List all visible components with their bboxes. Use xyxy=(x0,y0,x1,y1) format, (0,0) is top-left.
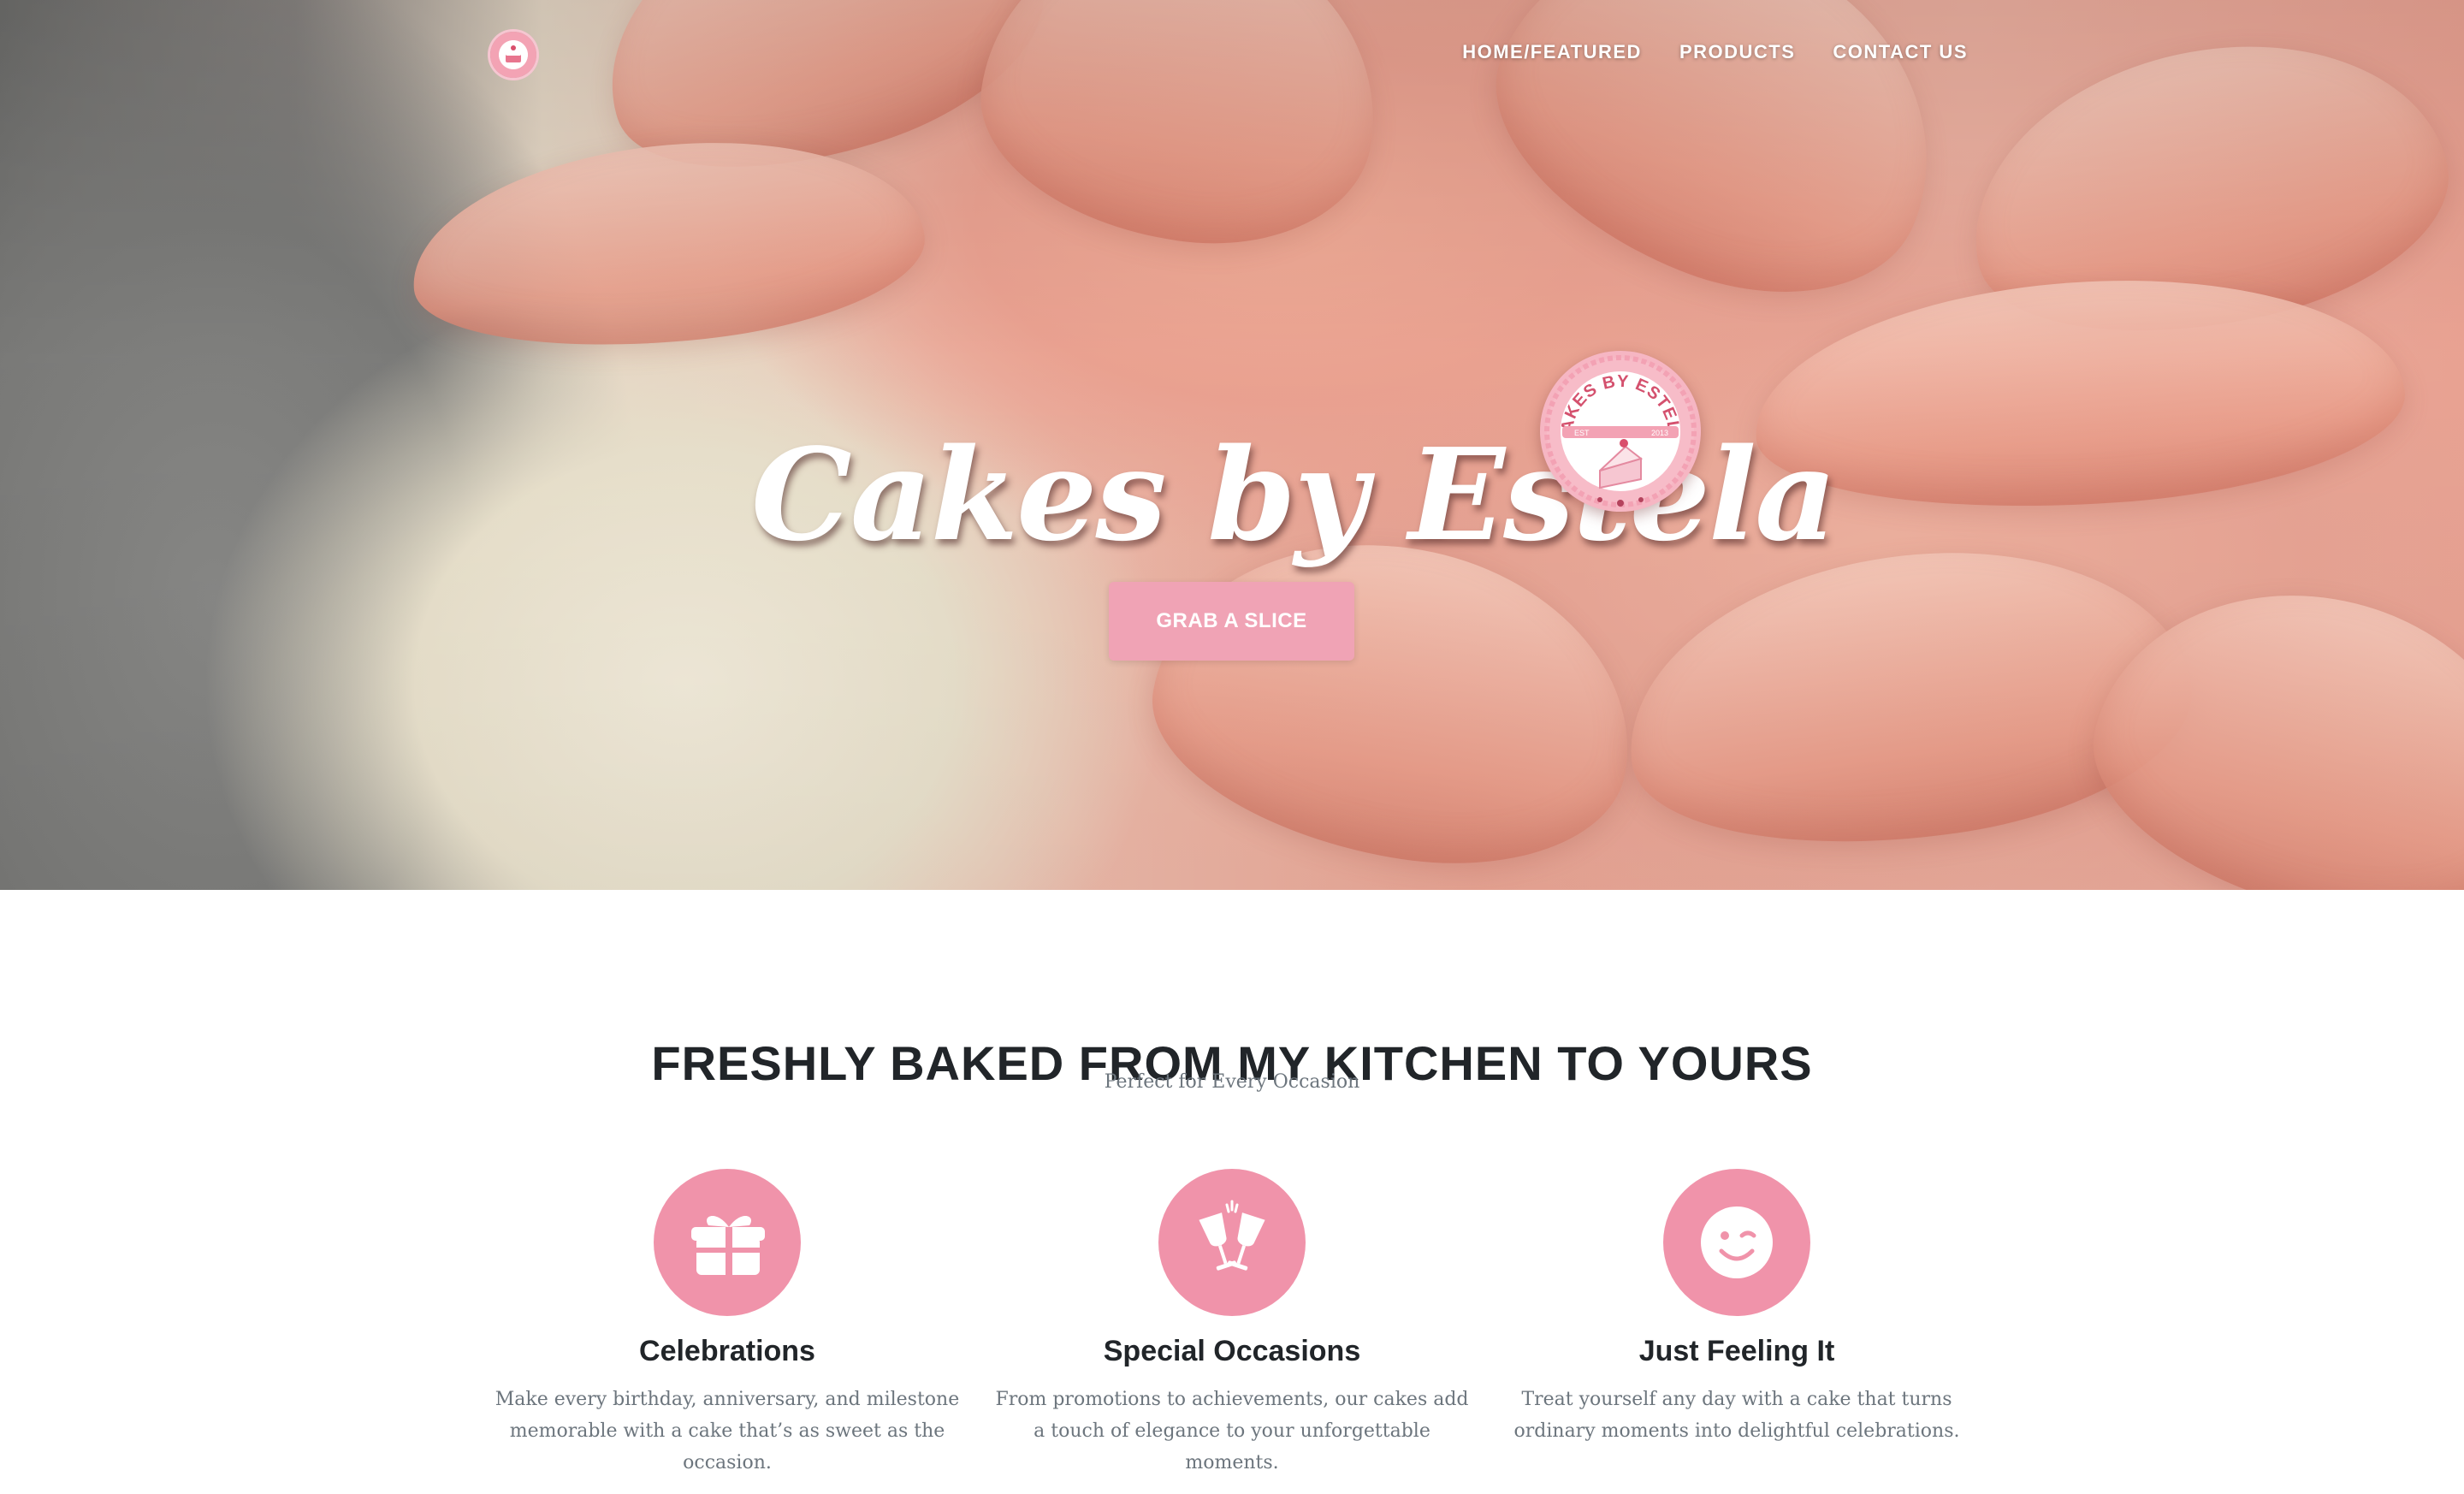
grab-a-slice-button[interactable]: GRAB A SLICE xyxy=(1109,582,1354,661)
gift-icon xyxy=(691,1215,765,1275)
feature-title: Celebrations xyxy=(639,1335,815,1367)
brand-badge-logo: CAKES BY ESTELA EST 2013 xyxy=(1540,351,1701,512)
main-nav: HOME/FEATURED PRODUCTS CONTACT US xyxy=(1462,41,1968,63)
feature-icon-circle xyxy=(654,1169,801,1316)
feature-title: Just Feeling It xyxy=(1638,1335,1835,1367)
feature-just-feeling-it: Just Feeling It Treat yourself any day w… xyxy=(1480,1169,1993,1447)
feature-icon-circle xyxy=(1663,1169,1810,1316)
nav-home-featured[interactable]: HOME/FEATURED xyxy=(1462,41,1642,63)
hero-section: HOME/FEATURED PRODUCTS CONTACT US Cakes … xyxy=(0,0,2464,890)
nav-contact-us[interactable]: CONTACT US xyxy=(1833,41,1968,63)
feature-description: From promotions to achievements, our cak… xyxy=(995,1389,1469,1473)
section-subheading: Perfect for Every Occasion xyxy=(1104,1071,1360,1093)
feature-special-occasions: Special Occasions From promotions to ach… xyxy=(975,1169,1489,1479)
feature-icon-circle xyxy=(1158,1169,1306,1316)
cake-icon xyxy=(506,45,521,62)
nav-products[interactable]: PRODUCTS xyxy=(1679,41,1795,63)
wink-icon xyxy=(1701,1206,1773,1278)
feature-description: Make every birthday, anniversary, and mi… xyxy=(495,1389,960,1473)
badge-est-text: EST xyxy=(1574,429,1590,437)
feature-celebrations: Celebrations Make every birthday, annive… xyxy=(471,1169,984,1479)
feature-description: Treat yourself any day with a cake that … xyxy=(1513,1389,1960,1442)
glasses-cheers-icon xyxy=(1199,1200,1265,1271)
badge-year-text: 2013 xyxy=(1651,429,1668,437)
feature-title: Special Occasions xyxy=(1103,1335,1361,1367)
brand-logo-link[interactable] xyxy=(490,32,536,78)
